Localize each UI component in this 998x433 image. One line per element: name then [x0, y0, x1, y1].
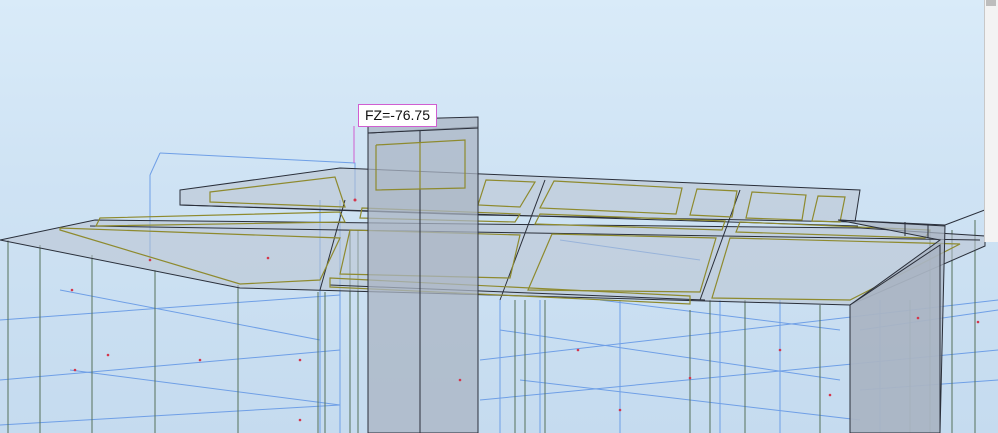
scrollbar-thumb[interactable] — [986, 0, 996, 6]
floor-slab-main[interactable] — [0, 167, 986, 306]
force-result-label: FZ=-76.75 — [358, 104, 437, 127]
structural-model[interactable] — [0, 0, 998, 433]
core-tower[interactable] — [367, 116, 479, 433]
side-panel-edge[interactable] — [984, 0, 998, 242]
3d-model-viewport[interactable]: FZ=-76.75 — [0, 0, 998, 433]
